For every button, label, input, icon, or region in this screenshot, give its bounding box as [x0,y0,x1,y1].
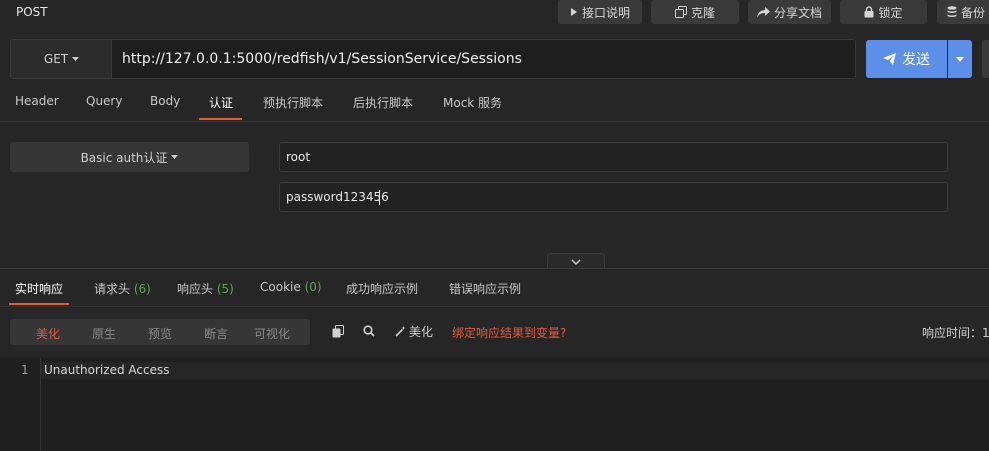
divider [0,268,989,269]
format-beautify[interactable]: 美化 [36,325,60,342]
text-cursor [379,190,380,205]
tab-auth[interactable]: 认证 [209,94,233,120]
beautify-label: 美化 [409,325,434,339]
paper-plane-icon [883,53,896,65]
tab-response-headers[interactable]: 响应头 (5) [177,280,234,304]
format-assert[interactable]: 断言 [204,325,228,342]
tab-body[interactable]: Body [150,94,180,120]
beautify-button[interactable]: 美化 [395,323,433,340]
tab-request-headers-label: 请求头 [94,282,131,296]
play-icon [570,8,577,16]
gutter-divider [40,358,41,451]
bind-response-to-variable-link[interactable]: 绑定响应结果到变量? [452,324,566,341]
tab-cookie-label: Cookie [260,280,301,294]
auth-type-value: Basic auth认证 [80,150,168,165]
http-method-value: GET [43,52,69,66]
tab-mock-service[interactable]: Mock 服务 [443,94,502,120]
copy-icon[interactable] [332,325,344,338]
tab-post-request-script[interactable]: 后执行脚本 [353,94,413,120]
caret-down-icon [956,56,964,62]
active-tab-indicator [9,303,69,305]
auth-username-input[interactable] [279,142,948,172]
share-docs-button[interactable]: 分享文档 [748,0,831,24]
request-title: POST [16,5,48,19]
chevron-down-icon [571,259,581,265]
save-button[interactable] [982,40,989,78]
database-icon [947,6,957,17]
request-headers-count: (6) [133,282,151,296]
lock-icon [864,6,874,18]
send-options-dropdown[interactable] [948,40,972,78]
format-raw[interactable]: 原生 [92,325,116,342]
tab-realtime-response[interactable]: 实时响应 [15,280,63,304]
clone-button[interactable]: 克隆 [651,0,739,24]
tab-pre-request-script[interactable]: 预执行脚本 [263,94,323,120]
api-docs-button[interactable]: 接口说明 [558,0,642,24]
clone-label: 克隆 [690,5,715,20]
auth-type-select[interactable]: Basic auth认证 [10,142,249,172]
collapse-panel-toggle[interactable] [547,253,605,269]
caret-down-icon [72,57,80,61]
divider [0,121,989,122]
tab-response-headers-label: 响应头 [177,282,214,296]
magic-wand-icon [395,326,406,337]
tab-header[interactable]: Header [15,94,59,120]
url-input[interactable] [111,39,856,79]
active-tab-indicator [199,118,242,120]
tab-request-headers[interactable]: 请求头 (6) [94,280,151,304]
lock-button[interactable]: 锁定 [840,0,927,24]
response-headers-count: (5) [216,282,234,296]
format-preview[interactable]: 预览 [148,325,172,342]
response-body-line: Unauthorized Access [44,363,170,377]
api-docs-label: 接口说明 [581,5,630,20]
active-line-highlight [41,362,989,379]
share-icon [756,6,770,17]
send-label: 发送 [902,52,930,68]
cookie-count: (0) [304,280,322,294]
backup-button[interactable]: 备份 [937,0,989,24]
caret-down-icon [171,155,179,159]
response-time-label: 响应时间：17 [922,326,989,340]
divider [0,306,989,307]
share-docs-label: 分享文档 [773,5,822,20]
line-number: 1 [21,363,29,377]
backup-label: 备份 [961,5,986,20]
tab-cookie[interactable]: Cookie (0) [260,280,322,304]
tab-query[interactable]: Query [86,94,122,120]
http-method-select[interactable]: GET [10,39,112,79]
tab-success-example[interactable]: 成功响应示例 [346,280,418,304]
tab-error-example[interactable]: 错误响应示例 [449,280,521,304]
lock-label: 锁定 [878,5,903,20]
copy-icon [674,6,687,18]
search-icon[interactable] [363,325,375,337]
format-visualize[interactable]: 可视化 [254,325,290,342]
send-button[interactable]: 发送 [866,40,947,78]
